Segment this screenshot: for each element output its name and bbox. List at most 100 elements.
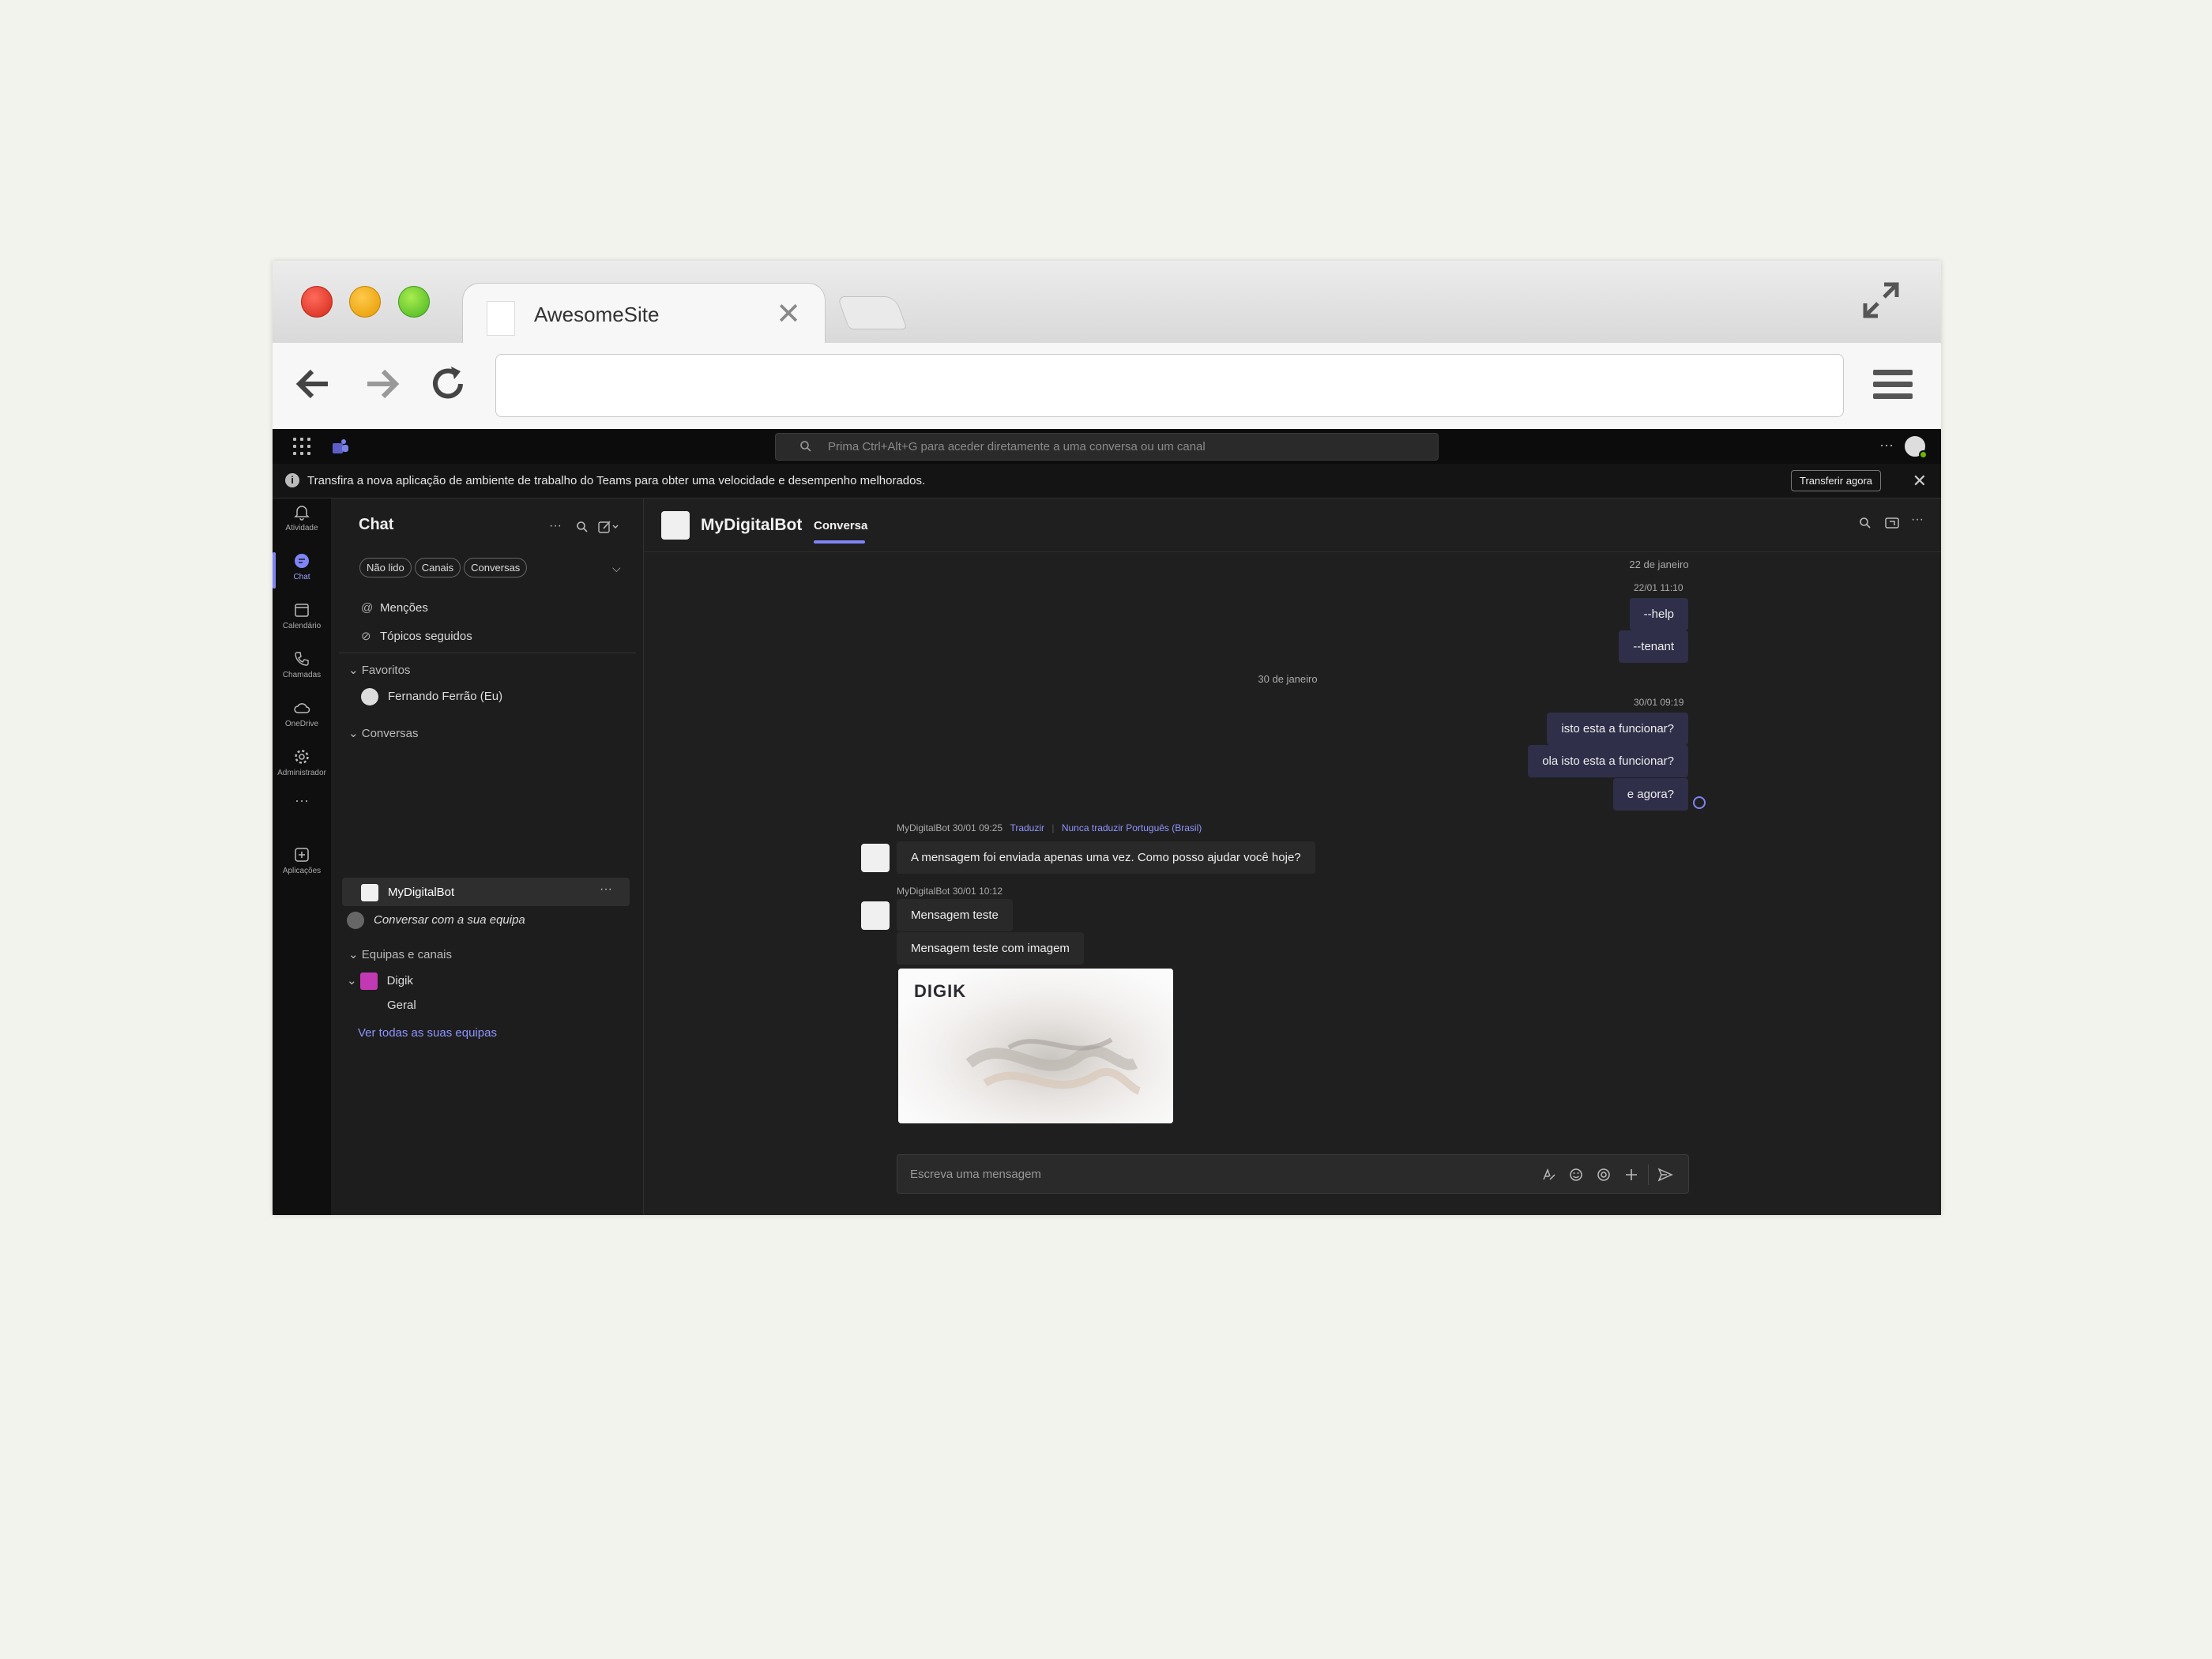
teams-logo-icon	[333, 439, 348, 453]
threads-icon: ⊘	[361, 630, 371, 643]
pop-out-icon[interactable]	[1885, 517, 1899, 529]
more-options-icon[interactable]: ···	[549, 519, 562, 533]
rail-item-chat[interactable]: Chat	[273, 547, 331, 593]
browser-menu-icon[interactable]	[1873, 370, 1913, 404]
rail-item-calendar[interactable]: Calendário	[273, 596, 331, 642]
tab-close-icon[interactable]: ✕	[776, 296, 801, 332]
search-input[interactable]: Prima Ctrl+Alt+G para aceder diretamente…	[775, 433, 1439, 461]
bell-icon	[294, 506, 310, 521]
browser-tab[interactable]: AwesomeSite ✕	[462, 283, 826, 343]
format-icon[interactable]	[1542, 1168, 1556, 1181]
favorites-section-header[interactable]: ⌄ Favoritos	[348, 663, 410, 677]
minimize-window-button[interactable]	[349, 286, 381, 318]
rail-label: Calendário	[282, 622, 322, 630]
send-icon[interactable]	[1657, 1168, 1673, 1182]
plus-square-icon	[295, 848, 309, 862]
chat-panel-title: Chat	[359, 516, 394, 533]
search-placeholder: Prima Ctrl+Alt+G para aceder diretamente…	[828, 440, 1206, 453]
search-icon	[800, 441, 811, 452]
active-tab-indicator	[814, 540, 865, 544]
settings-more-icon[interactable]: ···	[1879, 437, 1894, 453]
team-item-digik[interactable]: ⌄ Digik	[347, 972, 413, 990]
dismiss-banner-icon[interactable]: ✕	[1913, 471, 1927, 491]
browser-chrome: AwesomeSite ✕	[273, 261, 1941, 429]
maximize-window-button[interactable]	[398, 286, 430, 318]
rail-more-apps[interactable]: ···	[273, 792, 331, 838]
address-bar[interactable]	[495, 354, 1844, 417]
tab-conversation[interactable]: Conversa	[814, 519, 867, 532]
attach-plus-icon[interactable]	[1624, 1168, 1638, 1182]
sent-message[interactable]: e agora?	[1612, 778, 1688, 811]
conversations-section-header[interactable]: ⌄ Conversas	[348, 726, 418, 740]
bot-avatar-icon	[361, 884, 378, 901]
message-time: 30/01 09:25	[952, 822, 1003, 833]
cloud-icon	[294, 703, 310, 713]
sent-message[interactable]: --tenant	[1619, 630, 1688, 663]
channel-item-geral[interactable]: Geral	[387, 999, 416, 1012]
filter-conversations-pill[interactable]: Conversas	[464, 558, 528, 577]
app-rail: Atividade Chat Calendário Chamadas OneDr…	[273, 498, 331, 1215]
see-all-teams-link[interactable]: Ver todas as suas equipas	[358, 1026, 497, 1040]
conversations-label: Conversas	[361, 727, 419, 740]
received-message[interactable]: Mensagem teste	[897, 899, 1013, 931]
mentions-label: Menções	[380, 601, 428, 615]
sent-message[interactable]: ola isto esta a funcionar?	[1528, 745, 1688, 777]
chat-filters: Não lido Canais Conversas	[359, 558, 530, 577]
translate-link[interactable]: Traduzir	[1010, 822, 1044, 833]
reload-icon[interactable]	[424, 360, 472, 408]
message-time: 30/01 10:12	[952, 886, 1003, 897]
date-divider: 22 de janeiro	[1629, 559, 1689, 570]
tab-title: AwesomeSite	[534, 303, 660, 326]
more-options-icon[interactable]: ···	[1911, 513, 1924, 527]
sender-name: MyDigitalBot	[897, 822, 950, 833]
rail-label: Chat	[293, 573, 310, 581]
banner-text: Transfira a nova aplicação de ambiente d…	[307, 474, 926, 487]
loop-component-icon[interactable]	[1597, 1168, 1611, 1182]
bot-avatar-icon	[861, 844, 890, 872]
user-avatar[interactable]	[1903, 434, 1928, 459]
seen-check-icon	[1693, 796, 1706, 809]
emoji-icon[interactable]	[1569, 1168, 1583, 1182]
favorite-user-item[interactable]: Fernando Ferrão (Eu)	[361, 688, 502, 705]
never-translate-link[interactable]: Nunca traduzir Português (Brasil)	[1062, 822, 1202, 833]
followed-threads-item[interactable]: ⊘ Tópicos seguidos	[361, 629, 472, 643]
download-banner: i Transfira a nova aplicação de ambiente…	[273, 464, 1941, 498]
filter-search-icon[interactable]	[576, 521, 589, 533]
new-chat-icon[interactable]	[598, 520, 620, 534]
received-message[interactable]: A mensagem foi enviada apenas uma vez. C…	[897, 841, 1315, 874]
compose-box[interactable]: Escreva uma mensagem	[897, 1154, 1689, 1194]
conversation-title: MyDigitalBot	[701, 516, 803, 534]
team-tile-icon	[359, 972, 378, 990]
search-icon[interactable]	[1859, 517, 1872, 529]
rail-item-calls[interactable]: Chamadas	[273, 645, 331, 691]
chat-with-team-item[interactable]: Conversar com a sua equipa	[347, 912, 525, 929]
fullscreen-icon[interactable]	[1860, 280, 1902, 321]
divider	[1648, 1164, 1649, 1185]
sent-message[interactable]: isto esta a funcionar?	[1547, 713, 1688, 745]
filter-channels-pill[interactable]: Canais	[414, 558, 461, 577]
chevron-down-icon[interactable]: ⌵	[612, 562, 621, 575]
received-message[interactable]: Mensagem teste com imagem	[897, 932, 1084, 965]
app-launcher-icon[interactable]	[293, 438, 310, 455]
new-tab-button[interactable]	[837, 296, 908, 329]
message-meta: MyDigitalBot 30/01 10:12	[897, 886, 1003, 897]
followed-threads-label: Tópicos seguidos	[380, 630, 472, 643]
forward-arrow-icon[interactable]	[358, 360, 405, 408]
mentions-item[interactable]: @ Menções	[361, 601, 428, 615]
chat-item-more-icon[interactable]: ···	[600, 882, 612, 897]
rail-item-activity[interactable]: Atividade	[273, 498, 331, 544]
chat-item-mydigitalbot[interactable]: MyDigitalBot	[361, 884, 454, 901]
download-now-button[interactable]: Transferir agora	[1791, 470, 1881, 491]
chat-list-panel: Chat ··· Não lido Canais Conversas ⌵ @ Menç…	[331, 498, 644, 1215]
teams-section-header[interactable]: ⌄ Equipas e canais	[348, 947, 452, 961]
rail-item-apps[interactable]: Aplicações	[273, 841, 331, 887]
close-window-button[interactable]	[301, 286, 333, 318]
favorites-label: Favoritos	[361, 664, 411, 677]
sent-message[interactable]: --help	[1629, 598, 1688, 630]
phone-icon	[295, 652, 309, 666]
filter-unread-pill[interactable]: Não lido	[359, 558, 412, 577]
rail-item-admin[interactable]: Administrador	[273, 743, 331, 789]
rail-item-onedrive[interactable]: OneDrive	[273, 694, 331, 740]
message-image[interactable]: DIGIK	[898, 969, 1173, 1123]
back-arrow-icon[interactable]	[290, 360, 337, 408]
